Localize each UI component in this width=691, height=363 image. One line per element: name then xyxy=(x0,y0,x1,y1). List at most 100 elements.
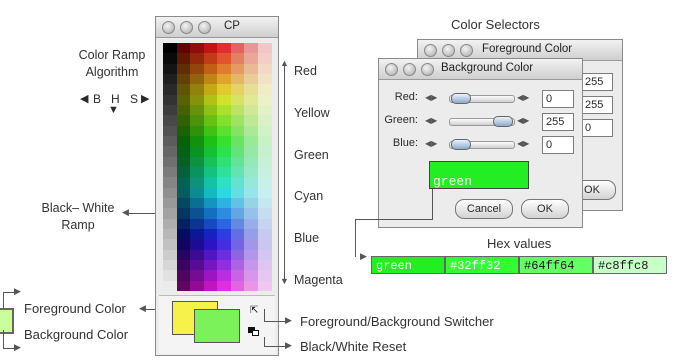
ramp-cell[interactable] xyxy=(176,63,191,75)
ramp-cell[interactable] xyxy=(217,280,231,292)
ramp-cell[interactable] xyxy=(176,198,191,209)
green-slider-thumb[interactable] xyxy=(493,116,513,127)
arrow-left-icon[interactable]: ◀ xyxy=(80,92,88,105)
ramp-cell[interactable] xyxy=(244,280,258,292)
ramp-cell[interactable] xyxy=(257,239,272,251)
ramp-cell[interactable] xyxy=(230,198,245,209)
ramp-cell[interactable] xyxy=(217,146,231,158)
ramp-cell[interactable] xyxy=(217,53,231,65)
ramp-cell[interactable] xyxy=(190,218,204,230)
ramp-cell[interactable] xyxy=(163,270,177,282)
ramp-cell[interactable] xyxy=(190,260,204,271)
ramp-cell[interactable] xyxy=(190,63,204,75)
ramp-cell[interactable] xyxy=(163,208,177,220)
ramp-cell[interactable] xyxy=(257,229,272,240)
ramp-cell[interactable] xyxy=(190,53,204,65)
ramp-cell[interactable] xyxy=(230,208,245,220)
arrow-down-icon[interactable]: ▼ xyxy=(108,104,119,116)
ramp-cell[interactable] xyxy=(163,84,177,96)
ramp-cell[interactable] xyxy=(257,249,272,261)
ramp-cell[interactable] xyxy=(203,43,218,54)
ramp-cell[interactable] xyxy=(176,136,191,147)
ramp-cell[interactable] xyxy=(203,218,218,230)
minimize-icon[interactable] xyxy=(403,63,416,76)
ramp-cell[interactable] xyxy=(217,187,231,199)
ramp-cell[interactable] xyxy=(217,84,231,96)
color-ramp-grid[interactable] xyxy=(163,43,272,292)
ramp-cell[interactable] xyxy=(244,43,258,54)
ramp-cell[interactable] xyxy=(217,249,231,261)
ramp-cell[interactable] xyxy=(217,63,231,75)
ramp-cell[interactable] xyxy=(190,146,204,158)
ramp-cell[interactable] xyxy=(176,218,191,230)
ramp-cell[interactable] xyxy=(257,270,272,282)
blue-step-left-icon[interactable]: ◀▶ xyxy=(425,139,437,148)
ramp-algorithm-selector[interactable]: ◀ B H S ▶ ▼ xyxy=(80,92,152,118)
ramp-cell[interactable] xyxy=(190,84,204,96)
green-value-field[interactable]: 255 xyxy=(542,113,574,131)
ramp-cell[interactable] xyxy=(203,198,218,209)
ramp-cell[interactable] xyxy=(257,94,272,106)
ramp-cell[interactable] xyxy=(244,239,258,251)
ramp-cell[interactable] xyxy=(230,156,245,168)
ramp-cell[interactable] xyxy=(257,84,272,96)
ramp-cell[interactable] xyxy=(163,74,177,85)
ramp-cell[interactable] xyxy=(176,53,191,65)
ramp-cell[interactable] xyxy=(244,63,258,75)
ramp-cell[interactable] xyxy=(257,260,272,271)
ramp-cell[interactable] xyxy=(203,105,218,116)
ramp-cell[interactable] xyxy=(257,187,272,199)
ramp-cell[interactable] xyxy=(176,229,191,240)
ramp-cell[interactable] xyxy=(230,105,245,116)
ramp-cell[interactable] xyxy=(163,125,177,137)
ramp-cell[interactable] xyxy=(257,280,272,292)
ramp-cell[interactable] xyxy=(190,156,204,168)
ramp-cell[interactable] xyxy=(176,260,191,271)
ramp-cell[interactable] xyxy=(257,43,272,54)
ramp-cell[interactable] xyxy=(176,43,191,54)
ramp-cell[interactable] xyxy=(190,239,204,251)
ramp-cell[interactable] xyxy=(176,177,191,189)
ramp-cell[interactable] xyxy=(163,167,177,178)
ramp-cell[interactable] xyxy=(163,136,177,147)
ramp-cell[interactable] xyxy=(203,115,218,127)
ramp-cell[interactable] xyxy=(244,270,258,282)
ramp-cell[interactable] xyxy=(217,156,231,168)
swap-colors-icon[interactable]: ⇱ xyxy=(250,305,258,316)
ramp-cell[interactable] xyxy=(244,167,258,178)
ramp-cell[interactable] xyxy=(230,280,245,292)
ok-button[interactable]: OK xyxy=(521,199,569,219)
ramp-cell[interactable] xyxy=(244,218,258,230)
close-icon[interactable] xyxy=(162,21,175,34)
cp-titlebar[interactable]: CP xyxy=(156,17,278,38)
ramp-cell[interactable] xyxy=(163,280,177,292)
ramp-cell[interactable] xyxy=(244,115,258,127)
ramp-cell[interactable] xyxy=(244,94,258,106)
ramp-cell[interactable] xyxy=(257,198,272,209)
ramp-cell[interactable] xyxy=(230,270,245,282)
zoom-icon[interactable] xyxy=(421,63,434,76)
arrow-right-icon[interactable]: ▶ xyxy=(141,92,149,105)
ramp-cell[interactable] xyxy=(190,187,204,199)
ramp-cell[interactable] xyxy=(257,74,272,85)
ramp-cell[interactable] xyxy=(230,115,245,127)
ramp-cell[interactable] xyxy=(203,177,218,189)
ramp-cell[interactable] xyxy=(203,136,218,147)
ramp-cell[interactable] xyxy=(163,53,177,65)
ramp-cell[interactable] xyxy=(190,125,204,137)
ramp-cell[interactable] xyxy=(230,260,245,271)
ramp-cell[interactable] xyxy=(190,115,204,127)
ramp-cell[interactable] xyxy=(176,280,191,292)
ramp-cell[interactable] xyxy=(230,125,245,137)
ramp-cell[interactable] xyxy=(257,156,272,168)
blue-value-field[interactable]: 0 xyxy=(542,136,574,154)
ramp-cell[interactable] xyxy=(217,74,231,85)
ramp-cell[interactable] xyxy=(203,63,218,75)
ramp-cell[interactable] xyxy=(190,249,204,261)
ramp-cell[interactable] xyxy=(203,53,218,65)
green-step-right-icon[interactable]: ◀▶ xyxy=(517,116,529,125)
ramp-cell[interactable] xyxy=(244,198,258,209)
ramp-cell[interactable] xyxy=(244,136,258,147)
ramp-cell[interactable] xyxy=(163,260,177,271)
ramp-cell[interactable] xyxy=(163,94,177,106)
